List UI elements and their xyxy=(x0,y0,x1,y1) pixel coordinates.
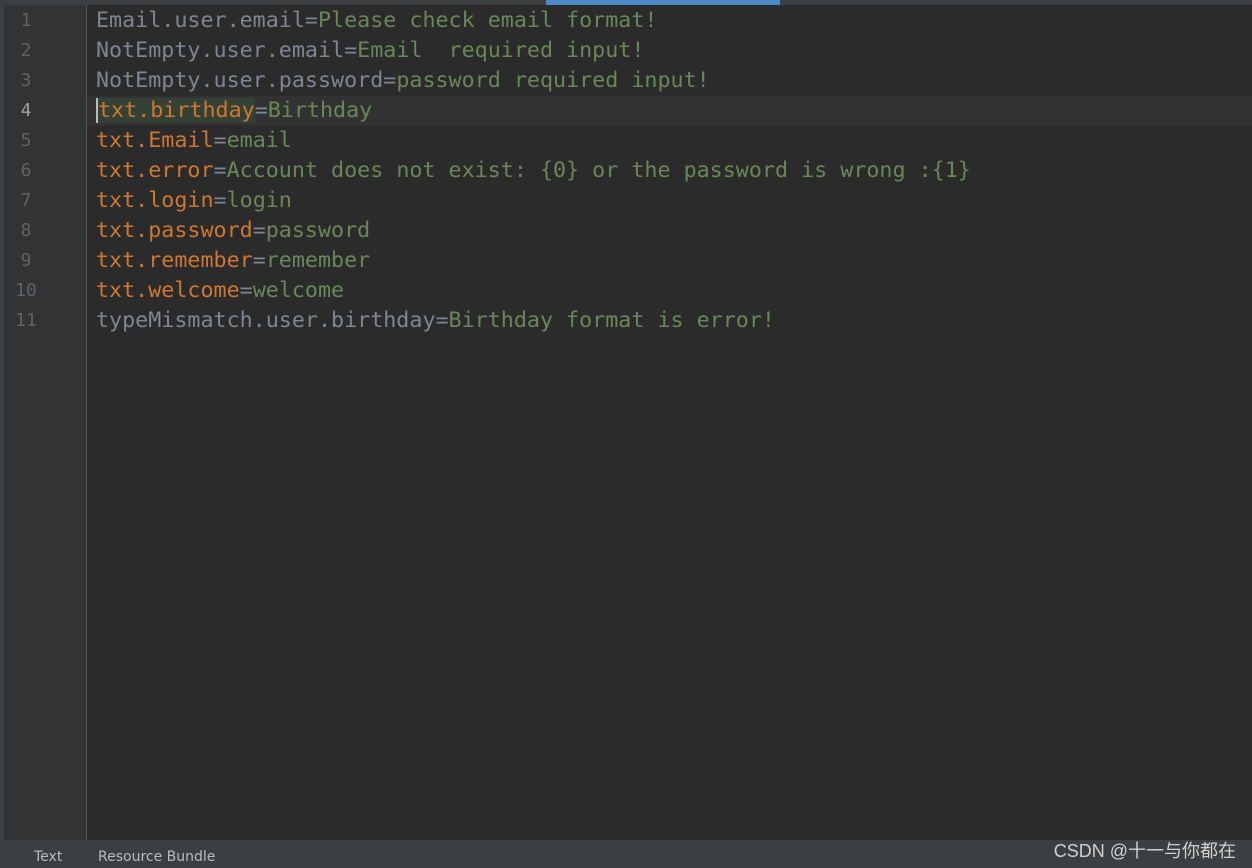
property-key: NotEmpty.user.password xyxy=(96,68,384,93)
separator: = xyxy=(213,188,227,213)
property-key: NotEmpty.user.email xyxy=(96,38,345,63)
separator: = xyxy=(435,308,449,333)
code-line[interactable]: typeMismatch.user.birthday=Birthday form… xyxy=(96,306,775,336)
property-key: typeMismatch.user.birthday xyxy=(96,308,436,333)
property-value: email xyxy=(226,128,292,153)
separator: = xyxy=(304,8,318,33)
line-number: 6 xyxy=(20,160,32,181)
property-key: Email.user.email xyxy=(96,8,305,33)
property-value: Please check email format! xyxy=(317,8,658,33)
property-key: txt.welcome xyxy=(96,278,240,303)
separator: = xyxy=(252,248,266,273)
line-number: 4 xyxy=(20,100,32,121)
property-key: txt.remember xyxy=(96,248,253,273)
code-line[interactable]: txt.password=password xyxy=(96,216,370,246)
line-number: 3 xyxy=(20,70,32,91)
line-number: 1 xyxy=(20,10,32,31)
property-key: txt.password xyxy=(96,218,253,243)
property-value: remember xyxy=(265,248,371,273)
property-key: txt.Email xyxy=(96,128,214,153)
line-number: 7 xyxy=(20,190,32,211)
line-number: 11 xyxy=(15,310,37,331)
tab-resource-bundle[interactable]: Resource Bundle xyxy=(98,849,215,865)
separator: = xyxy=(254,98,268,123)
separator: = xyxy=(213,158,227,183)
line-number: 2 xyxy=(20,40,32,61)
code-line[interactable]: txt.login=login xyxy=(96,186,292,216)
editor-tab-strip xyxy=(0,0,1252,5)
property-value: Account does not exist: {0} or the passw… xyxy=(226,158,971,183)
property-key: txt.login xyxy=(96,188,214,213)
property-value: welcome xyxy=(252,278,345,303)
property-value: password xyxy=(265,218,371,243)
line-number: 10 xyxy=(15,280,37,301)
property-value: password required input! xyxy=(396,68,710,93)
property-value: Birthday xyxy=(267,98,373,123)
code-line[interactable]: NotEmpty.user.email=Email required input… xyxy=(96,36,644,66)
property-key: txt.error xyxy=(96,158,214,183)
line-number: 8 xyxy=(20,220,32,241)
code-line[interactable]: txt.remember=remember xyxy=(96,246,370,276)
separator: = xyxy=(239,278,253,303)
separator: = xyxy=(252,218,266,243)
separator: = xyxy=(213,128,227,153)
property-value: Birthday format is error! xyxy=(448,308,775,333)
line-number: 9 xyxy=(20,250,32,271)
code-line[interactable]: txt.birthday=Birthday xyxy=(96,96,372,126)
property-value: login xyxy=(226,188,292,213)
code-line[interactable]: txt.error=Account does not exist: {0} or… xyxy=(96,156,971,186)
line-number: 5 xyxy=(20,130,32,151)
code-line[interactable]: Email.user.email=Please check email form… xyxy=(96,6,657,36)
code-line[interactable]: txt.Email=email xyxy=(96,126,292,156)
code-line[interactable]: txt.welcome=welcome xyxy=(96,276,344,306)
watermark: CSDN @十一与你都在 xyxy=(1053,841,1236,861)
separator: = xyxy=(383,68,397,93)
property-key: txt.birthday xyxy=(96,98,255,123)
tab-text[interactable]: Text xyxy=(34,849,62,865)
active-tab-indicator xyxy=(546,0,780,5)
code-line[interactable]: NotEmpty.user.password=password required… xyxy=(96,66,710,96)
property-value: Email required input! xyxy=(357,38,645,63)
separator: = xyxy=(344,38,358,63)
bottom-tab-bar: Text Resource Bundle CSDN @十一与你都在 xyxy=(0,840,1252,868)
